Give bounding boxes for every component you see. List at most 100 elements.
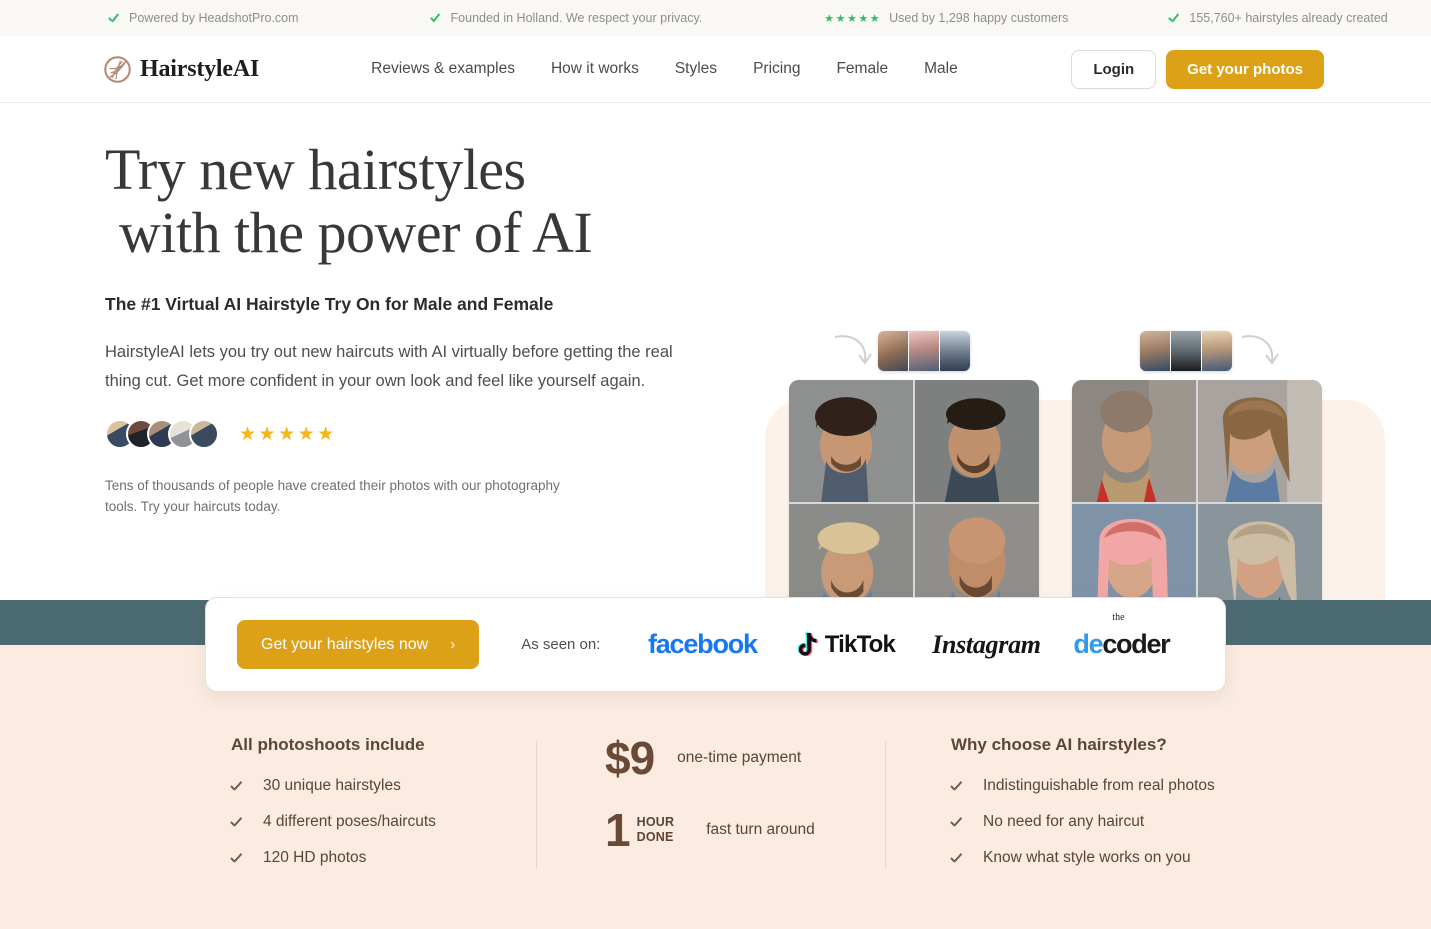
feature-column-why: Why choose AI hairstyles? Indistinguisha… [886,735,1216,867]
hero-title-line-2: with the power of AI [119,199,593,265]
turnaround-row: 1 HOUR DONE fast turn around [605,807,885,853]
brand-name: HairstyleAI [140,55,260,82]
curved-arrow-icon [834,335,872,365]
decoder-logo-coder: coder [1102,629,1170,659]
check-icon [231,851,245,865]
female-blonde-bob [1198,504,1322,600]
nav-item-female[interactable]: Female [836,60,888,78]
feature-item: 30 unique hairstyles [231,777,536,795]
source-photo [878,331,908,371]
login-button[interactable]: Login [1071,49,1157,89]
trust-item-powered-by: Powered by HeadshotPro.com [108,11,299,25]
curved-arrow-icon [1241,335,1279,365]
brand-logo[interactable]: HairstyleAI [104,56,259,83]
nav-item-male[interactable]: Male [924,60,958,78]
female-hairstyle-collage[interactable] [1072,380,1322,600]
social-proof-row: ★★★★★ [105,419,725,449]
page-title: Try new hairstyles with the power of AI [105,138,725,265]
hero-description: HairstyleAI lets you try out new haircut… [105,343,673,390]
nav-item-how-it-works[interactable]: How it works [551,60,639,78]
source-photo [940,331,970,371]
feature-column-pricing: $9 one-time payment 1 HOUR DONE fast tur… [537,735,885,853]
trust-item-label: Founded in Holland. We respect your priv… [450,11,703,25]
trust-item-hairstyles-created: 155,760+ hairstyles already created [1168,11,1387,25]
female-pink-hair [1072,504,1196,600]
female-source-photos [1140,331,1232,371]
tiktok-note-icon [797,631,820,658]
check-icon [1168,12,1181,25]
price-row: $9 one-time payment [605,735,885,781]
instagram-logo: Instagram [932,629,1041,659]
turnaround-unit-line-2: DONE [636,830,674,844]
feature-item: Know what style works on you [951,849,1216,867]
nav-item-styles[interactable]: Styles [675,60,717,78]
feature-item-label: Know what style works on you [983,849,1191,866]
male-source-photos [878,331,970,371]
main-nav: Reviews & examples How it works Styles P… [371,60,958,78]
feature-item: Indistinguishable from real photos [951,777,1216,795]
trust-bar: Powered by HeadshotPro.com Founded in Ho… [0,0,1431,36]
male-pompadour [915,380,1039,502]
trust-item-label: Powered by HeadshotPro.com [129,11,299,25]
turnaround-number: 1 [605,804,631,856]
nav-item-pricing[interactable]: Pricing [753,60,800,78]
feature-item-label: 30 unique hairstyles [263,777,401,794]
header-actions: Login Get your photos [1071,49,1324,89]
turnaround-unit: HOUR DONE [637,815,675,845]
feature-title: All photoshoots include [231,735,425,754]
check-icon [231,779,245,793]
cta-card: Get your hairstyles now › As seen on: fa… [205,597,1226,692]
hero-section: Try new hairstyles with the power of AI … [0,103,1431,600]
trust-item-customers: ★★★★★ Used by 1,298 happy customers [824,11,1068,25]
feature-item-label: No need for any haircut [983,813,1145,830]
female-wavy-bob [1198,380,1322,502]
source-photo [1171,331,1201,371]
price-value: $9 [605,732,655,784]
female-buzzcut [1072,380,1196,502]
feature-item: 4 different poses/haircuts [231,813,536,831]
hero-content: Try new hairstyles with the power of AI … [105,138,725,518]
turnaround-unit-line-1: HOUR [636,815,675,830]
tiktok-logo: TikTok [776,623,916,667]
tiktok-logo-label: TikTok [824,630,896,658]
rating-stars: ★★★★★ [239,423,337,445]
price-note: one-time payment [677,749,802,766]
source-photo [1140,331,1170,371]
feature-item: No need for any haircut [951,813,1216,831]
male-blonde-quiff [789,504,913,600]
decoder-logo: the de coder [1056,612,1186,667]
turnaround-note: fast turn around [706,821,815,838]
get-your-hairstyles-now-button[interactable]: Get your hairstyles now › [237,620,480,669]
hero-subtitle: The #1 Virtual AI Hairstyle Try On for M… [105,294,554,315]
check-icon [108,12,121,25]
feature-title: Why choose AI hairstyles? [951,735,1167,754]
landing-page: Powered by HeadshotPro.com Founded in Ho… [0,0,1431,929]
facebook-logo: facebook [647,629,758,659]
male-bald [915,504,1039,600]
hairstyleai-logo-icon [104,55,131,83]
press-logos: facebook TikTok Instagram the de coder [628,612,1186,667]
chevron-right-icon: › [450,636,456,653]
decoder-logo-prefix: the [1112,611,1125,623]
cta-button-label: Get your hairstyles now [261,635,429,653]
male-curly-hair [789,380,913,502]
source-photo [1202,331,1232,371]
get-your-photos-button[interactable]: Get your photos [1166,49,1324,89]
decoder-logo-de: de [1073,629,1103,659]
stars-icon: ★★★★★ [824,12,882,25]
check-icon [231,815,245,829]
feature-item-label: 120 HD photos [263,849,367,866]
features-row: All photoshoots include 30 unique hairst… [205,735,1226,895]
trust-item-label: Used by 1,298 happy customers [889,11,1069,25]
avatar-group [105,419,219,449]
check-icon [430,12,443,25]
feature-item: 120 HD photos [231,849,536,867]
site-header: HairstyleAI Reviews & examples How it wo… [0,36,1431,103]
hero-footnote: Tens of thousands of people have created… [105,478,560,514]
feature-item-label: Indistinguishable from real photos [983,777,1215,794]
source-photo [909,331,939,371]
trust-item-label: 155,760+ hairstyles already created [1189,11,1388,25]
male-hairstyle-collage[interactable] [789,380,1039,600]
nav-item-reviews[interactable]: Reviews & examples [371,60,515,78]
check-icon [951,851,965,865]
